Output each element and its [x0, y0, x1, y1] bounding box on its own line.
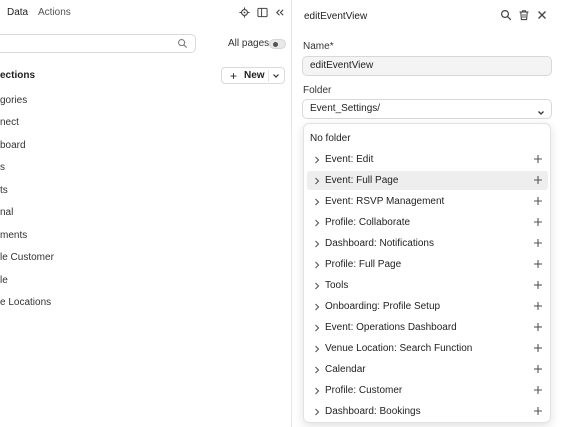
chevron-right-icon[interactable]	[314, 387, 320, 395]
folder-option[interactable]: Event: Edit	[307, 150, 548, 169]
new-button[interactable]: + New	[221, 67, 285, 84]
tree-item[interactable]: gories	[0, 95, 27, 106]
chevron-right-icon[interactable]	[314, 240, 320, 248]
all-pages-toggle[interactable]	[269, 39, 286, 49]
section-title: ections	[0, 70, 36, 81]
split-view-icon[interactable]	[256, 6, 268, 18]
settings-icon[interactable]	[238, 6, 250, 18]
chevron-down-icon[interactable]	[272, 72, 280, 80]
plus-icon[interactable]	[533, 280, 543, 290]
collapse-icon[interactable]	[273, 6, 285, 18]
chevron-down-icon	[537, 106, 545, 115]
plus-icon[interactable]	[533, 322, 543, 332]
plus-icon[interactable]	[533, 385, 543, 395]
tree-item[interactable]: le Customer	[0, 252, 54, 263]
chevron-right-icon[interactable]	[314, 156, 320, 164]
folder-option[interactable]: Calendar	[307, 360, 548, 379]
edit-view-panel: editEventView Name* editEventView Folder…	[293, 0, 571, 427]
tab-actions[interactable]: Actions	[38, 7, 71, 18]
chevron-right-icon[interactable]	[314, 177, 320, 185]
tree-item[interactable]: nal	[0, 207, 13, 218]
plus-icon[interactable]	[533, 196, 543, 206]
name-label: Name*	[303, 41, 334, 52]
tree-item[interactable]: e Locations	[0, 297, 51, 308]
folder-option-label: Profile: Full Page	[325, 259, 402, 270]
plus-icon[interactable]	[533, 406, 543, 416]
all-pages-label: All pages	[228, 38, 270, 49]
tab-data[interactable]: Data	[7, 7, 28, 18]
plus-icon[interactable]	[533, 175, 543, 185]
folder-option-label: Profile: Collaborate	[325, 217, 411, 228]
folder-option-label: Calendar	[325, 364, 366, 375]
folder-option[interactable]: Profile: Collaborate	[307, 213, 548, 232]
name-label-text: Name	[303, 41, 330, 52]
plus-icon[interactable]	[533, 364, 543, 374]
required-mark: *	[329, 41, 334, 52]
left-panel: Data Actions All pages ections + New gor…	[0, 0, 292, 427]
folder-option-label: Profile: Customer	[325, 385, 403, 396]
tree-item[interactable]: board	[0, 140, 26, 151]
left-tabs: Data Actions	[0, 0, 292, 26]
plus-icon[interactable]	[533, 343, 543, 353]
folder-option[interactable]: Event: Full Page	[307, 171, 548, 190]
folder-dropdown: No folder Event: Edit Event: Full Page Eve…	[303, 123, 551, 423]
plus-icon[interactable]	[533, 238, 543, 248]
chevron-right-icon[interactable]	[314, 408, 320, 416]
chevron-right-icon[interactable]	[314, 282, 320, 290]
folder-option-label: Tools	[325, 280, 349, 291]
folder-option-label: Dashboard: Bookings	[325, 406, 421, 417]
chevron-right-icon[interactable]	[314, 366, 320, 374]
folder-select-value: Event_Settings/	[310, 103, 381, 114]
trash-icon[interactable]	[518, 9, 530, 21]
folder-option-label: Dashboard: Notifications	[325, 238, 434, 249]
chevron-right-icon[interactable]	[314, 198, 320, 206]
folder-option-label: Event: Operations Dashboard	[325, 322, 457, 333]
plus-icon[interactable]	[533, 301, 543, 311]
chevron-right-icon[interactable]	[314, 303, 320, 311]
folder-option-label: Event: Edit	[325, 154, 374, 165]
tree-item[interactable]: s	[0, 162, 5, 173]
folder-option[interactable]: Event: Operations Dashboard	[307, 318, 548, 337]
folder-option[interactable]: Dashboard: Notifications	[307, 234, 548, 253]
new-button-label: New	[244, 70, 265, 81]
folder-option[interactable]: Onboarding: Profile Setup	[307, 297, 548, 316]
plus-icon[interactable]	[533, 154, 543, 164]
folder-option-label: Event: RSVP Management	[325, 196, 445, 207]
tree-item[interactable]: ts	[0, 185, 8, 196]
plus-icon[interactable]	[533, 259, 543, 269]
folder-option[interactable]: Profile: Customer	[307, 381, 548, 400]
tree-item[interactable]: ments	[0, 230, 27, 241]
search-icon[interactable]	[500, 9, 512, 21]
folder-option[interactable]: Venue Location: Search Function	[307, 339, 548, 358]
name-field[interactable]: editEventView	[302, 56, 552, 76]
folder-option[interactable]: Profile: Full Page	[307, 255, 548, 274]
tree-item[interactable]: nect	[0, 117, 19, 128]
folder-option-label: Onboarding: Profile Setup	[325, 301, 441, 312]
folder-option[interactable]: Event: RSVP Management	[307, 192, 548, 211]
chevron-right-icon[interactable]	[314, 261, 320, 269]
search-input[interactable]	[0, 34, 196, 53]
chevron-right-icon[interactable]	[314, 324, 320, 332]
plus-icon[interactable]	[533, 217, 543, 227]
folder-option[interactable]: Tools	[307, 276, 548, 295]
search-icon	[177, 38, 188, 49]
folder-option-label: Venue Location: Search Function	[325, 343, 473, 354]
divider	[268, 70, 269, 82]
panel-title: editEventView	[304, 11, 368, 22]
chevron-right-icon[interactable]	[314, 345, 320, 353]
folder-select[interactable]: Event_Settings/	[302, 99, 552, 119]
folder-option[interactable]: Dashboard: Bookings	[307, 402, 548, 421]
folder-option-label: Event: Full Page	[325, 175, 399, 186]
no-folder-option[interactable]: No folder	[310, 133, 351, 144]
folder-label: Folder	[303, 85, 332, 96]
chevron-right-icon[interactable]	[314, 219, 320, 227]
close-icon[interactable]	[536, 9, 548, 21]
tree-item[interactable]: le	[0, 275, 8, 286]
plus-icon: +	[230, 68, 238, 83]
name-field-value: editEventView	[310, 60, 374, 71]
